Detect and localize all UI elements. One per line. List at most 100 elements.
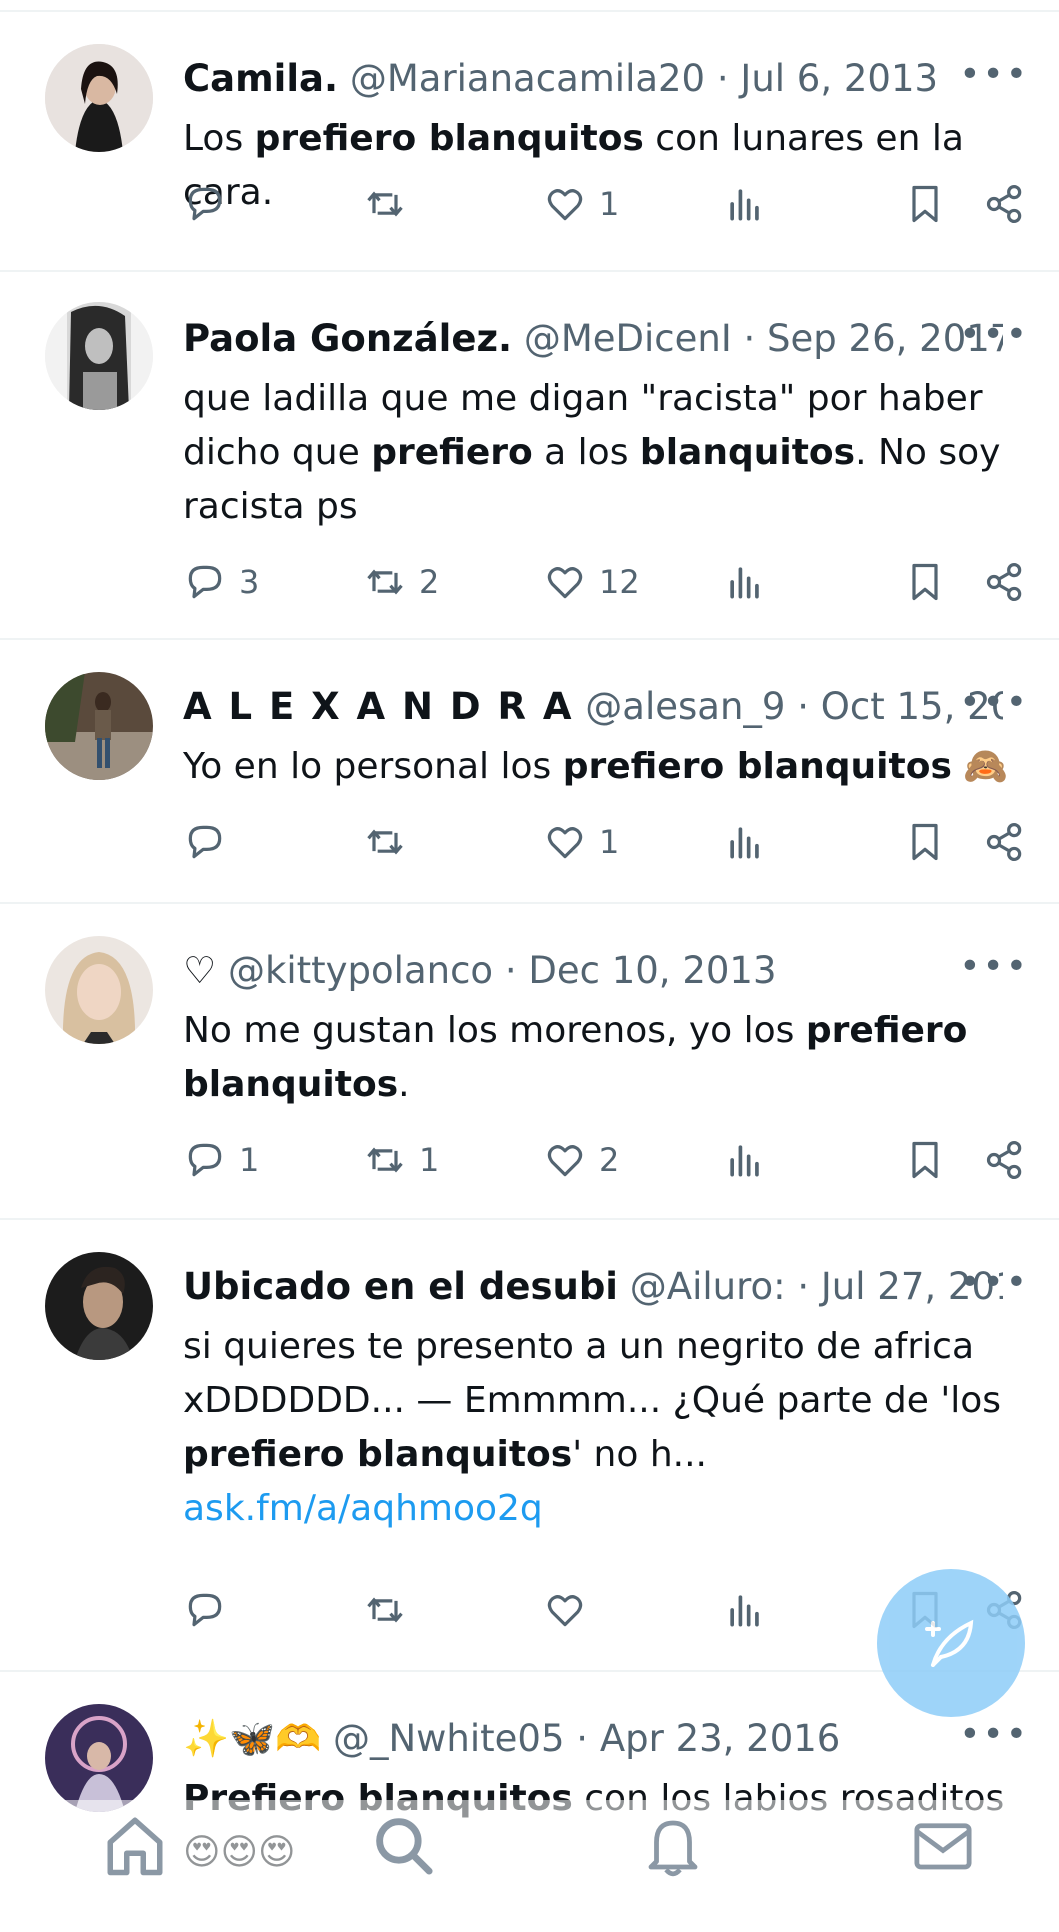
- tweet[interactable]: ♡ @kittypolanco · Dec 10, 2013 ••• No me…: [0, 904, 1059, 1220]
- bookmark-button[interactable]: [903, 174, 947, 234]
- reply-count: 1: [239, 1141, 260, 1179]
- display-name[interactable]: ♡: [183, 949, 216, 992]
- display-name[interactable]: Ubicado en el desubi: [183, 1265, 618, 1308]
- tweet-header: ✨🦋🫶 @_Nwhite05 · Apr 23, 2016: [183, 1716, 1003, 1762]
- reply-button[interactable]: [183, 812, 239, 872]
- display-name[interactable]: ✨🦋🫶: [183, 1717, 321, 1760]
- avatar-image: [45, 302, 153, 410]
- more-options-icon[interactable]: •••: [959, 312, 1029, 358]
- avatar[interactable]: [45, 44, 153, 152]
- share-button[interactable]: [983, 552, 1027, 612]
- reply-icon: [188, 565, 222, 599]
- more-options-icon[interactable]: •••: [959, 1712, 1029, 1758]
- search-icon[interactable]: [370, 1812, 436, 1878]
- retweet-button[interactable]: 2: [363, 552, 439, 612]
- separator: ·: [504, 949, 517, 992]
- bookmark-icon: [912, 823, 938, 861]
- tweet[interactable]: Paola González. @MeDicenI · Sep 26, 2017…: [0, 272, 1059, 640]
- retweet-button[interactable]: [363, 812, 419, 872]
- messages-envelope-icon[interactable]: [910, 1812, 976, 1878]
- display-name[interactable]: A L E X A N D R A: [183, 685, 574, 728]
- avatar[interactable]: [45, 1252, 153, 1360]
- separator: ·: [797, 1265, 810, 1308]
- compose-button[interactable]: [877, 1569, 1025, 1717]
- views-button[interactable]: [723, 812, 767, 872]
- separator: ·: [743, 317, 756, 360]
- more-options-icon[interactable]: •••: [959, 52, 1029, 98]
- avatar[interactable]: [45, 302, 153, 410]
- share-button[interactable]: [983, 1130, 1027, 1190]
- handle[interactable]: @alesan_9: [585, 685, 785, 728]
- reply-icon: [188, 1143, 222, 1177]
- handle[interactable]: @Ailuro:: [630, 1265, 786, 1308]
- share-button[interactable]: [983, 812, 1027, 872]
- tweet-text-segment: ' no h...: [572, 1434, 707, 1475]
- bookmark-button[interactable]: [903, 552, 947, 612]
- retweet-button[interactable]: [363, 1580, 419, 1640]
- home-icon[interactable]: [102, 1812, 168, 1878]
- retweet-icon: [367, 569, 403, 595]
- tweet-text-segment: 🙈: [951, 746, 1009, 787]
- avatar[interactable]: [45, 672, 153, 780]
- timeline: Camila. @Marianacamila20 · Jul 6, 2013 •…: [0, 0, 1059, 1873]
- notifications-bell-icon[interactable]: [640, 1812, 706, 1878]
- tweet-link[interactable]: ask.fm/a/aqhmoo2q: [183, 1488, 543, 1529]
- tweet-text-segment: prefiero blanquitos: [254, 118, 644, 159]
- reply-button[interactable]: [183, 1580, 239, 1640]
- more-options-icon[interactable]: •••: [959, 680, 1029, 726]
- reply-icon: [188, 1593, 222, 1627]
- avatar-image: [45, 1704, 153, 1812]
- reply-button[interactable]: 1: [183, 1130, 259, 1190]
- avatar-image: [45, 44, 153, 152]
- avatar-image: [45, 936, 153, 1044]
- tweet[interactable]: Camila. @Marianacamila20 · Jul 6, 2013 •…: [0, 12, 1059, 272]
- more-options-icon[interactable]: •••: [959, 944, 1029, 990]
- tweet-text-segment: prefiero blanquitos: [562, 746, 952, 787]
- avatar[interactable]: [45, 1704, 153, 1812]
- views-button[interactable]: [723, 1130, 767, 1190]
- retweet-button[interactable]: 1: [363, 1130, 439, 1190]
- avatar[interactable]: [45, 936, 153, 1044]
- views-icon: [730, 827, 759, 859]
- handle[interactable]: @MeDicenI: [524, 317, 732, 360]
- display-name[interactable]: Paola González.: [183, 317, 512, 360]
- retweet-button[interactable]: [363, 174, 419, 234]
- like-button[interactable]: 1: [543, 174, 619, 234]
- like-icon: [547, 827, 583, 859]
- display-name[interactable]: Camila.: [183, 57, 338, 100]
- like-button[interactable]: 12: [543, 552, 640, 612]
- bookmark-icon: [912, 185, 938, 223]
- handle[interactable]: @kittypolanco: [228, 949, 493, 992]
- handle[interactable]: @Marianacamila20: [350, 57, 705, 100]
- bookmark-button[interactable]: [903, 1130, 947, 1190]
- reply-button[interactable]: 3: [183, 552, 259, 612]
- like-button[interactable]: 2: [543, 1130, 619, 1190]
- reply-icon: [188, 187, 222, 221]
- timestamp[interactable]: Dec 10, 2013: [528, 949, 776, 992]
- reply-button[interactable]: [183, 174, 239, 234]
- tweet-text-segment: blanquitos: [639, 432, 856, 473]
- views-button[interactable]: [723, 552, 767, 612]
- like-button[interactable]: [543, 1580, 599, 1640]
- like-count: 12: [599, 563, 640, 601]
- bookmark-button[interactable]: [903, 812, 947, 872]
- retweet-icon: [367, 191, 403, 217]
- timestamp[interactable]: Jul 6, 2013: [740, 57, 938, 100]
- avatar-image: [45, 1252, 153, 1360]
- tweet[interactable]: A L E X A N D R A @alesan_9 · Oct 15, 20…: [0, 640, 1059, 904]
- like-button[interactable]: 1: [543, 812, 619, 872]
- share-button[interactable]: [983, 174, 1027, 234]
- tweet-text-segment: .: [398, 1064, 410, 1105]
- separator: ·: [576, 1717, 589, 1760]
- bookmark-icon: [912, 1141, 938, 1179]
- timestamp[interactable]: Apr 23, 2016: [600, 1717, 841, 1760]
- more-options-icon[interactable]: •••: [959, 1260, 1029, 1306]
- tweet-text-segment: Los: [183, 118, 255, 159]
- views-button[interactable]: [723, 174, 767, 234]
- like-icon: [547, 1145, 583, 1177]
- feather-plus-icon: [925, 1619, 974, 1667]
- views-icon: [730, 189, 759, 221]
- retweet-icon: [367, 1597, 403, 1623]
- handle[interactable]: @_Nwhite05: [333, 1717, 565, 1760]
- views-button[interactable]: [723, 1580, 767, 1640]
